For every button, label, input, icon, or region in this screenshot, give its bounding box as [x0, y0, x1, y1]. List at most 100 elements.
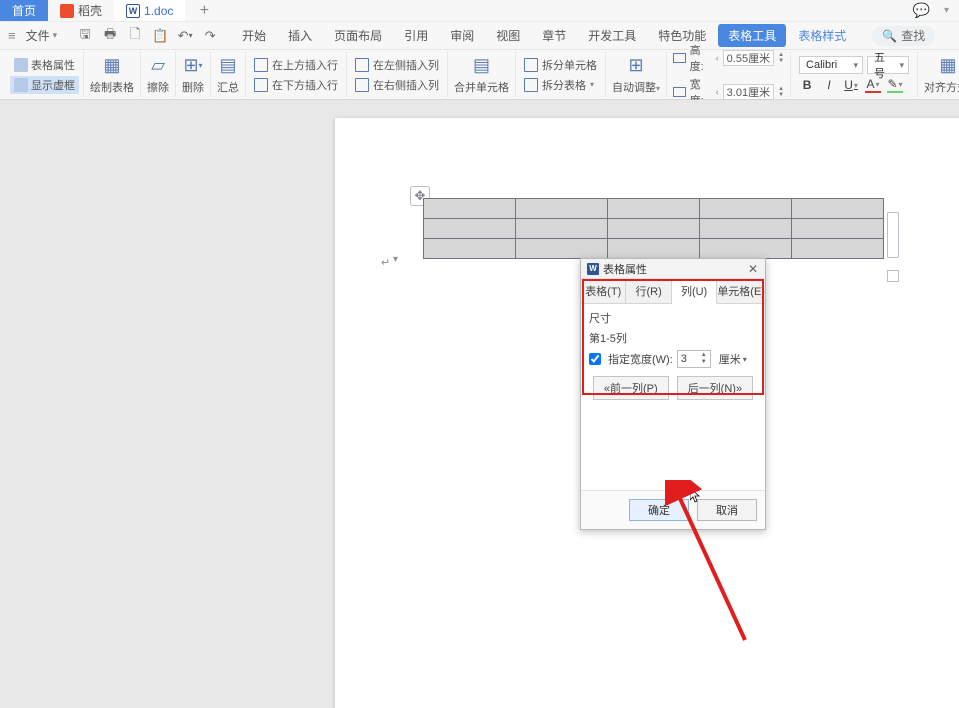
insert-row-above-label: 在上方插入行 — [272, 57, 338, 73]
column-range-label: 第1-5列 — [589, 330, 757, 346]
delete-button[interactable]: ⊞▾ 删除 — [176, 52, 211, 97]
insert-col-right-label: 在右侧插入列 — [373, 77, 439, 93]
save-icon[interactable]: 🖫 — [77, 28, 93, 44]
tab-insert[interactable]: 插入 — [278, 24, 322, 47]
home-tab[interactable]: 首页 — [0, 0, 48, 21]
add-tab-button[interactable]: + — [193, 0, 215, 21]
file-menu[interactable]: 文件 ▾ — [20, 27, 64, 44]
comment-icon[interactable]: 💬 — [913, 2, 930, 19]
align-button[interactable]: ▦ 对齐方式▾ — [918, 52, 959, 97]
autofit-button[interactable]: ⊞ 自动调整▾ — [606, 52, 667, 97]
insert-row-above-button[interactable]: 在上方插入行 — [250, 56, 342, 74]
table-resize-handle-corner[interactable] — [887, 270, 899, 282]
prev-column-button[interactable]: «前一列(P) — [593, 376, 669, 400]
docer-tab-label: 稻壳 — [78, 2, 102, 19]
print-preview-icon[interactable]: 🗋 — [127, 28, 143, 44]
insert-row-below-button[interactable]: 在下方插入行 — [250, 76, 342, 94]
split-group: 拆分单元格 拆分表格▾ — [516, 52, 606, 97]
word-icon — [126, 4, 140, 18]
summary-icon: ▤ — [217, 55, 239, 77]
width-dec[interactable]: ‹ — [716, 87, 719, 97]
ok-button[interactable]: 确定 — [629, 499, 689, 521]
width-spinner[interactable]: ▲▼ — [778, 86, 784, 98]
dialog-tab-cell[interactable]: 单元格(E) — [717, 279, 765, 303]
column-nav-buttons: «前一列(P) 后一列(N)» — [589, 376, 757, 400]
title-bar: 首页 稻壳 1.doc + 💬 ▾ — [0, 0, 959, 22]
dialog-body: 尺寸 第1-5列 指定宽度(W): 3 ▲▼ 厘米 «前一列(P) 后一列(N)… — [581, 304, 765, 410]
height-dec[interactable]: ‹ — [716, 53, 719, 63]
dialog-close-button[interactable]: ✕ — [745, 261, 761, 277]
italic-button[interactable]: I — [821, 77, 837, 93]
dialog-tab-row[interactable]: 行(R) — [626, 279, 671, 303]
dialog-title: 表格属性 — [603, 261, 647, 277]
dialog-titlebar[interactable]: W 表格属性 ✕ — [581, 259, 765, 279]
font-size-combo[interactable]: 五号 — [867, 56, 909, 74]
delete-icon: ⊞▾ — [182, 55, 204, 77]
split-cell-label: 拆分单元格 — [542, 57, 597, 73]
size-label: 尺寸 — [589, 310, 757, 326]
redo-icon[interactable]: ↷ — [202, 28, 218, 44]
search-icon: 🔍 — [882, 29, 897, 43]
search-box[interactable]: 🔍 查找 — [872, 26, 935, 46]
summary-label: 汇总 — [217, 79, 239, 95]
column-width-input[interactable]: 3 ▲▼ — [677, 350, 711, 368]
dialog-tab-table[interactable]: 表格(T) — [581, 279, 626, 303]
tab-chapter[interactable]: 章节 — [532, 24, 576, 47]
page: ✥ ▾ W 表格属性 ✕ 表格(T) 行(R) 列(U) 单元格(E) 尺寸 — [335, 118, 959, 708]
summary-button[interactable]: ▤ 汇总 — [211, 52, 246, 97]
tab-reference[interactable]: 引用 — [394, 24, 438, 47]
insert-above-icon — [254, 58, 268, 72]
document-table[interactable] — [423, 198, 884, 259]
merge-icon: ▤ — [471, 55, 493, 77]
tab-review[interactable]: 审阅 — [440, 24, 484, 47]
document-canvas[interactable]: ✥ ▾ W 表格属性 ✕ 表格(T) 行(R) 列(U) 单元格(E) 尺寸 — [0, 100, 959, 708]
docer-tab[interactable]: 稻壳 — [48, 0, 114, 21]
height-input[interactable]: 0.55厘米 — [723, 50, 774, 66]
insert-col-right-button[interactable]: 在右侧插入列 — [351, 76, 443, 94]
show-gridlines-button[interactable]: 显示虚框 — [10, 76, 79, 94]
unit-value: 厘米 — [719, 351, 741, 367]
tab-view[interactable]: 视图 — [486, 24, 530, 47]
section-dropdown-icon[interactable]: ▾ — [393, 254, 398, 265]
draw-table-button[interactable]: ▦ 绘制表格 — [84, 52, 141, 97]
tab-table-style[interactable]: 表格样式 — [788, 24, 856, 47]
merge-cells-button[interactable]: ▤ 合并单元格 — [448, 52, 516, 97]
print-icon[interactable]: 🖶 — [102, 28, 118, 44]
app-menu-icon[interactable]: ≡ — [8, 28, 16, 43]
dialog-footer: 确定 取消 — [581, 490, 765, 529]
height-spinner[interactable]: ▲▼ — [778, 52, 784, 64]
undo-icon[interactable]: ↶▾ — [177, 28, 193, 44]
erase-button[interactable]: ▱ 擦除 — [141, 52, 176, 97]
table-properties-button[interactable]: 表格属性 — [10, 56, 79, 74]
insert-cols-group: 在左侧插入列 在右侧插入列 — [347, 52, 448, 97]
tab-layout[interactable]: 页面布局 — [324, 24, 392, 47]
width-row: 指定宽度(W): 3 ▲▼ 厘米 — [589, 350, 757, 368]
tab-start[interactable]: 开始 — [232, 24, 276, 47]
bold-button[interactable]: B — [799, 77, 815, 93]
show-gridlines-label: 显示虚框 — [31, 77, 75, 93]
tab-devtool[interactable]: 开发工具 — [578, 24, 646, 47]
underline-button[interactable]: U▾ — [843, 77, 859, 93]
split-table-button[interactable]: 拆分表格▾ — [520, 76, 601, 94]
merge-cells-label: 合并单元格 — [454, 79, 509, 95]
dialog-tab-column[interactable]: 列(U) — [672, 279, 717, 304]
width-spinner[interactable]: ▲▼ — [699, 351, 709, 367]
cancel-button[interactable]: 取消 — [697, 499, 757, 521]
split-table-icon — [524, 78, 538, 92]
dropdown-icon[interactable]: ▾ — [944, 5, 949, 16]
insert-col-left-button[interactable]: 在左侧插入列 — [351, 56, 443, 74]
erase-label: 擦除 — [147, 79, 169, 95]
font-name-combo[interactable]: Calibri — [799, 56, 863, 74]
home-tab-label: 首页 — [12, 2, 36, 19]
table-resize-handle-right[interactable] — [887, 212, 899, 258]
erase-icon: ▱ — [147, 55, 169, 77]
split-cell-button[interactable]: 拆分单元格 — [520, 56, 601, 74]
height-value: 0.55厘米 — [727, 50, 770, 66]
unit-combo[interactable]: 厘米 — [715, 350, 751, 368]
specify-width-checkbox[interactable] — [589, 353, 601, 365]
paste-icon[interactable]: 📋 — [152, 28, 168, 44]
delete-label: 删除 — [182, 79, 204, 95]
next-column-button[interactable]: 后一列(N)» — [677, 376, 753, 400]
document-tab[interactable]: 1.doc — [114, 0, 185, 21]
width-input[interactable]: 3.01厘米 — [723, 84, 774, 100]
